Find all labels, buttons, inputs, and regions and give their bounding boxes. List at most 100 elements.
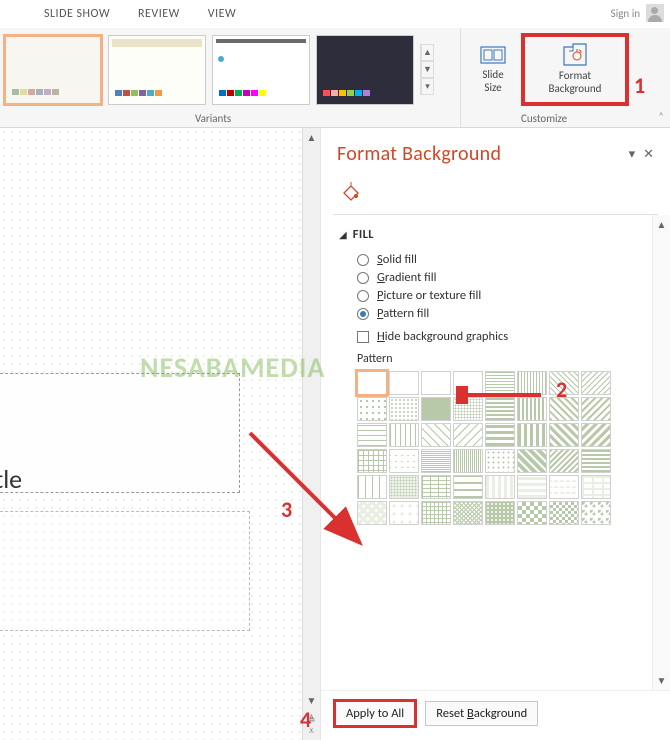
slide-size-button[interactable]: Slide Size: [465, 40, 521, 98]
pattern-swatch[interactable]: [517, 397, 547, 421]
pane-vscroll[interactable]: ▲ ▼: [652, 215, 670, 690]
fill-collapse-icon: ◢: [339, 228, 347, 241]
tab-slideshow[interactable]: SLIDE SHOW: [30, 1, 124, 27]
picture-fill-radio[interactable]: Picture or texture fill: [357, 288, 664, 303]
pattern-swatch[interactable]: [453, 501, 483, 525]
sign-in-label: Sign in: [611, 7, 640, 20]
slide-title-text: title: [0, 463, 22, 495]
apply-to-all-button[interactable]: Apply to All: [335, 701, 415, 726]
pane-header: Format Background ▾ ✕: [321, 128, 670, 174]
sign-in[interactable]: Sign in: [611, 4, 664, 22]
slide-subtitle-placeholder[interactable]: [0, 511, 250, 631]
pattern-swatch[interactable]: [389, 501, 419, 525]
format-background-button[interactable]: Format Background: [525, 37, 625, 101]
pattern-swatch[interactable]: [485, 371, 515, 395]
pattern-fill-label: Pattern fill: [377, 306, 429, 321]
pane-category-tabs: [321, 174, 670, 208]
pattern-swatch[interactable]: [549, 475, 579, 499]
pattern-swatch[interactable]: [389, 475, 419, 499]
pattern-swatch[interactable]: [581, 397, 611, 421]
pattern-swatch[interactable]: [517, 449, 547, 473]
pattern-swatch[interactable]: [421, 423, 451, 447]
hide-bg-checkbox[interactable]: Hide background graphics: [357, 329, 664, 344]
pattern-swatch[interactable]: [549, 501, 579, 525]
format-background-highlight: Format Background: [521, 33, 629, 105]
pattern-swatch[interactable]: [389, 371, 419, 395]
pattern-swatch[interactable]: [549, 423, 579, 447]
pattern-swatch[interactable]: [485, 397, 515, 421]
format-bg-line2: Background: [549, 83, 602, 96]
pattern-swatch[interactable]: [581, 449, 611, 473]
pane-close-icon[interactable]: ✕: [643, 147, 654, 162]
pattern-fill-radio[interactable]: Pattern fill: [357, 306, 664, 321]
variant-thumb-3[interactable]: [212, 35, 310, 105]
editor-scroll-up-icon[interactable]: ▲: [307, 128, 317, 147]
pattern-swatch[interactable]: [581, 475, 611, 499]
fill-section-header[interactable]: ◢ FILL: [339, 227, 664, 242]
pattern-swatch[interactable]: [453, 449, 483, 473]
ribbon: ▲ ▼ ▾ Variants Slide Size Format Backgro…: [0, 28, 670, 128]
collapse-ribbon-icon[interactable]: ˄: [658, 110, 664, 123]
pattern-swatch[interactable]: [357, 475, 387, 499]
format-background-pane: Format Background ▾ ✕ ◢ FILL Solid fill: [320, 128, 670, 740]
pattern-swatch[interactable]: [421, 475, 451, 499]
pattern-swatch[interactable]: [453, 423, 483, 447]
pattern-swatch[interactable]: [485, 475, 515, 499]
reset-background-button[interactable]: Reset Background: [425, 701, 538, 726]
solid-fill-radio[interactable]: Solid fill: [357, 252, 664, 267]
pattern-swatch[interactable]: [453, 475, 483, 499]
pattern-swatch[interactable]: [581, 501, 611, 525]
pattern-swatch[interactable]: [517, 501, 547, 525]
tab-view[interactable]: VIEW: [194, 1, 250, 27]
next-slide-icon[interactable]: ⩡: [307, 725, 315, 736]
slide-size-line2: Size: [484, 82, 501, 95]
pattern-label: Pattern: [357, 352, 664, 366]
pane-scroll-up-icon[interactable]: ▲: [657, 215, 667, 234]
pattern-swatch[interactable]: [517, 475, 547, 499]
pattern-swatch[interactable]: [421, 397, 451, 421]
pattern-swatch[interactable]: [453, 371, 483, 395]
gradient-fill-radio[interactable]: Gradient fill: [357, 270, 664, 285]
pattern-swatch[interactable]: [549, 449, 579, 473]
fill-tab-icon[interactable]: [337, 178, 365, 206]
pattern-swatch[interactable]: [453, 397, 483, 421]
variants-scroll-up-icon[interactable]: ▲: [421, 44, 434, 61]
editor-vscroll[interactable]: ▲ ▼ ≜ ⩡: [302, 128, 320, 740]
pattern-swatch[interactable]: [357, 397, 387, 421]
variant-thumb-1[interactable]: [4, 35, 102, 105]
pattern-swatch[interactable]: [357, 501, 387, 525]
pattern-swatch[interactable]: [485, 501, 515, 525]
pattern-swatch[interactable]: [485, 423, 515, 447]
pattern-swatch[interactable]: [549, 371, 579, 395]
pattern-swatch[interactable]: [389, 397, 419, 421]
editor-nav-btns: ≜ ⩡: [307, 710, 315, 740]
pane-scroll-down-icon[interactable]: ▼: [657, 671, 667, 690]
pattern-swatch[interactable]: [421, 449, 451, 473]
variants-scroll-down-icon[interactable]: ▼: [421, 61, 434, 78]
gradient-fill-label: Gradient fill: [377, 270, 436, 285]
pattern-swatch[interactable]: [549, 397, 579, 421]
pattern-swatch[interactable]: [389, 449, 419, 473]
pattern-swatch[interactable]: [517, 423, 547, 447]
pattern-swatch[interactable]: [389, 423, 419, 447]
pattern-swatch[interactable]: [581, 371, 611, 395]
variants-group: ▲ ▼ ▾ Variants: [0, 28, 460, 127]
slide-size-icon: [480, 44, 506, 66]
pane-options-icon[interactable]: ▾: [629, 147, 636, 162]
tab-review[interactable]: REVIEW: [124, 1, 194, 27]
radio-icon: [357, 254, 369, 266]
ribbon-tab-bar: SLIDE SHOW REVIEW VIEW Sign in: [0, 0, 670, 28]
editor-scroll-down-icon[interactable]: ▼: [307, 691, 317, 710]
pattern-swatch[interactable]: [485, 449, 515, 473]
variant-thumb-2[interactable]: [108, 35, 206, 105]
variant-thumb-4[interactable]: [316, 35, 414, 105]
pattern-swatch[interactable]: [421, 501, 451, 525]
pattern-swatch[interactable]: [517, 371, 547, 395]
pattern-swatch[interactable]: [357, 371, 387, 395]
slide-title-placeholder[interactable]: [0, 373, 240, 493]
pattern-swatch[interactable]: [357, 423, 387, 447]
pattern-swatch[interactable]: [421, 371, 451, 395]
pattern-swatch[interactable]: [357, 449, 387, 473]
pattern-swatch[interactable]: [581, 423, 611, 447]
variants-more-icon[interactable]: ▾: [421, 78, 434, 95]
